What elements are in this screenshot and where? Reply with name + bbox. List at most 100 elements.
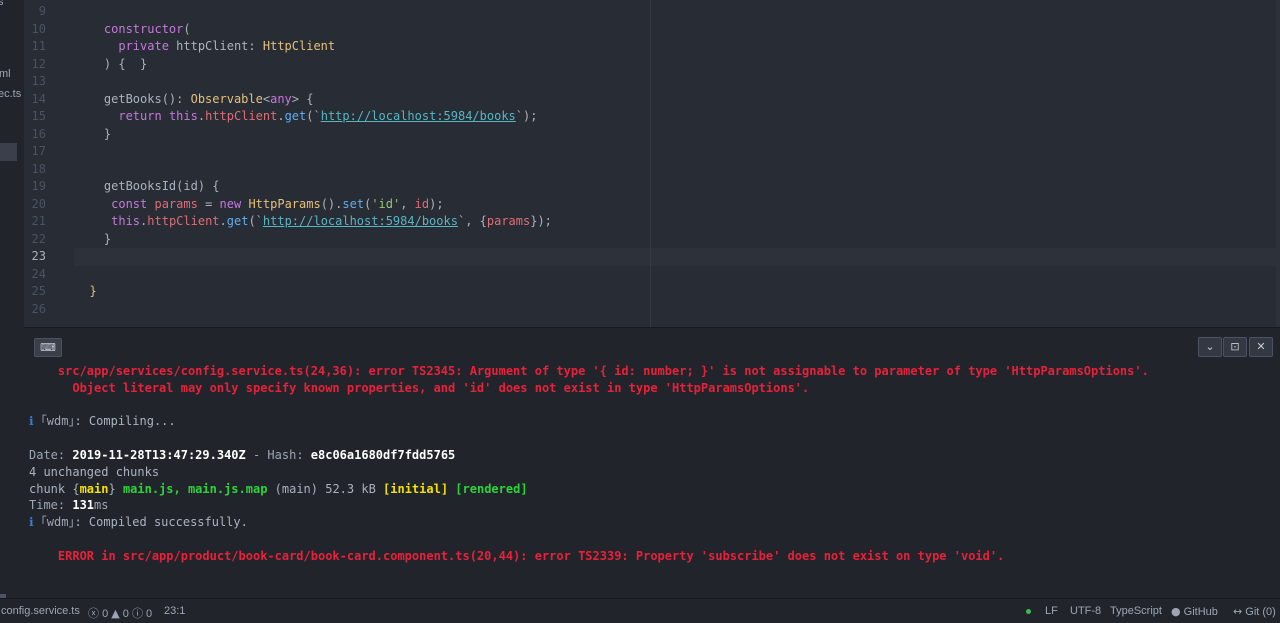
tree-item-fragment[interactable]: ml <box>0 68 11 80</box>
code-token: } <box>75 231 112 246</box>
tree-selected-item[interactable] <box>0 143 17 161</box>
terminal-line: ℹ ｢wdm｣: Compiling... <box>29 413 176 430</box>
line-number: 26 <box>31 301 46 316</box>
terminal-panel[interactable]: ⌨ ⌄ ⊡ ✕ src/app/services/config.service.… <box>24 327 1280 599</box>
code-text: private httpClient: HttpClient <box>75 38 335 55</box>
terminal-token: ms <box>94 498 109 513</box>
code-line: 23 <box>24 248 1274 265</box>
maximize-icon[interactable]: ⊡ <box>1223 337 1247 357</box>
code-line: 19 getBooksId(id) { <box>24 178 1274 195</box>
keyboard-icon[interactable]: ⌨ <box>34 338 62 357</box>
terminal-token: Object literal may only specify known pr… <box>29 380 810 395</box>
code-text: this.httpClient.get(`http://localhost:59… <box>75 213 552 230</box>
code-text: const params = new HttpParams().set('id'… <box>75 196 444 213</box>
terminal-token: 4 unchanged chunks <box>29 464 160 479</box>
terminal-token: } <box>108 481 123 496</box>
close-icon[interactable]: ✕ <box>1249 337 1273 357</box>
line-number: 24 <box>31 266 46 281</box>
code-token: . <box>197 109 206 123</box>
code-line: 12 ) { } <box>24 56 1274 73</box>
cursor-position[interactable]: 23:1 <box>164 605 185 617</box>
code-token: . <box>277 109 285 123</box>
terminal-line: Time: 131ms <box>29 497 109 514</box>
status-diagnostics[interactable]: ⓧ 0 ▲ 0 ⓘ 0 <box>88 605 152 621</box>
code-token: return <box>118 109 162 123</box>
code-text: constructor( <box>75 21 191 38</box>
code-text: } <box>75 126 111 143</box>
code-token: (). <box>320 196 343 211</box>
code-token: http://localhost:5984/books <box>262 214 458 228</box>
line-number: 14 <box>31 91 46 106</box>
code-token: httpClient <box>205 109 278 123</box>
terminal-token: chunk { <box>29 481 80 496</box>
grammar-selector[interactable]: TypeScript <box>1110 605 1162 617</box>
code-token: httpClient <box>147 214 220 228</box>
error-icon: ⓧ <box>88 607 99 620</box>
code-token: (` <box>248 214 263 228</box>
code-line: 18 <box>24 161 1274 178</box>
info-icon: ⓘ <box>131 607 143 620</box>
chevron-down-icon[interactable]: ⌄ <box>1198 337 1222 357</box>
terminal-line: chunk {main} main.js, main.js.map (main)… <box>29 481 528 498</box>
terminal-token: 131 <box>72 498 95 513</box>
line-number: 19 <box>31 179 46 193</box>
code-token: const <box>111 196 148 211</box>
code-line: 26 <box>24 301 1274 318</box>
code-token: : <box>248 39 263 53</box>
code-token: new <box>219 196 242 211</box>
code-editor[interactable]: 9 10 constructor(11 private httpClient: H… <box>24 0 1280 327</box>
line-number: 12 <box>31 56 46 71</box>
terminal-token: : Compiled successfully. <box>74 515 248 530</box>
terminal-line: 4 unchanged chunks <box>29 464 159 481</box>
code-token: params <box>486 214 531 228</box>
terminal-line: src/app/services/config.service.ts(24,36… <box>29 363 1149 380</box>
status-file-name[interactable]: config.service.ts <box>1 605 80 617</box>
terminal-line: ERROR in src/app/product/book-card/book-… <box>29 548 1004 565</box>
code-line: 13 <box>24 73 1274 90</box>
code-line: 10 constructor( <box>24 21 1274 38</box>
code-token: getBooks <box>75 91 162 106</box>
line-ending[interactable]: LF <box>1045 605 1058 617</box>
status-dot-icon <box>1026 609 1031 614</box>
code-text: } <box>75 231 111 248</box>
code-token: getBooksId <box>75 179 177 193</box>
terminal-token: Date: <box>29 448 73 462</box>
line-number: 13 <box>31 74 46 88</box>
code-token: `, { <box>457 214 487 228</box>
terminal-token: src/app/services/config.service.ts(24,36… <box>29 364 1149 378</box>
code-line: 14 getBooks(): Observable<any> { <box>24 91 1274 108</box>
git-button[interactable]: ↔ Git (0) <box>1233 605 1276 618</box>
terminal-token: (main) 52.3 kB <box>267 481 384 496</box>
code-token: id <box>414 196 430 211</box>
code-token: constructor <box>103 21 184 36</box>
code-token: < <box>262 91 271 106</box>
code-token: set <box>342 196 365 211</box>
tree-item-fragment[interactable]: s <box>0 0 4 8</box>
code-token: } <box>75 126 112 141</box>
file-encoding[interactable]: UTF-8 <box>1070 605 1101 617</box>
code-token: ); <box>429 196 444 211</box>
code-token: . <box>219 214 227 228</box>
warning-icon: ▲ <box>111 607 120 620</box>
code-token: }); <box>530 214 552 228</box>
code-token: get <box>284 109 307 123</box>
github-label: GitHub <box>1183 606 1218 618</box>
code-token: ( <box>183 21 191 36</box>
terminal-token: ERROR in src/app/product/book-card/book-… <box>29 548 1005 563</box>
code-token: Observable <box>190 91 263 106</box>
github-button[interactable]: ● GitHub <box>1171 605 1218 618</box>
code-token: 'id' <box>371 196 401 211</box>
status-bar: config.service.ts ⓧ 0 ▲ 0 ⓘ 0 23:1 LF UT… <box>0 598 1280 623</box>
line-number: 22 <box>31 231 46 246</box>
tree-item-fragment[interactable]: ec.ts <box>0 88 21 100</box>
code-line: 9 <box>24 3 1274 20</box>
terminal-token: ｢wdm｣ <box>33 414 75 429</box>
editor-scrollbar[interactable] <box>1276 0 1280 327</box>
terminal-line: Date: 2019-11-28T13:47:29.340Z - Hash: e… <box>29 447 455 464</box>
code-line: 15 return this.httpClient.get(`http://lo… <box>24 108 1274 125</box>
